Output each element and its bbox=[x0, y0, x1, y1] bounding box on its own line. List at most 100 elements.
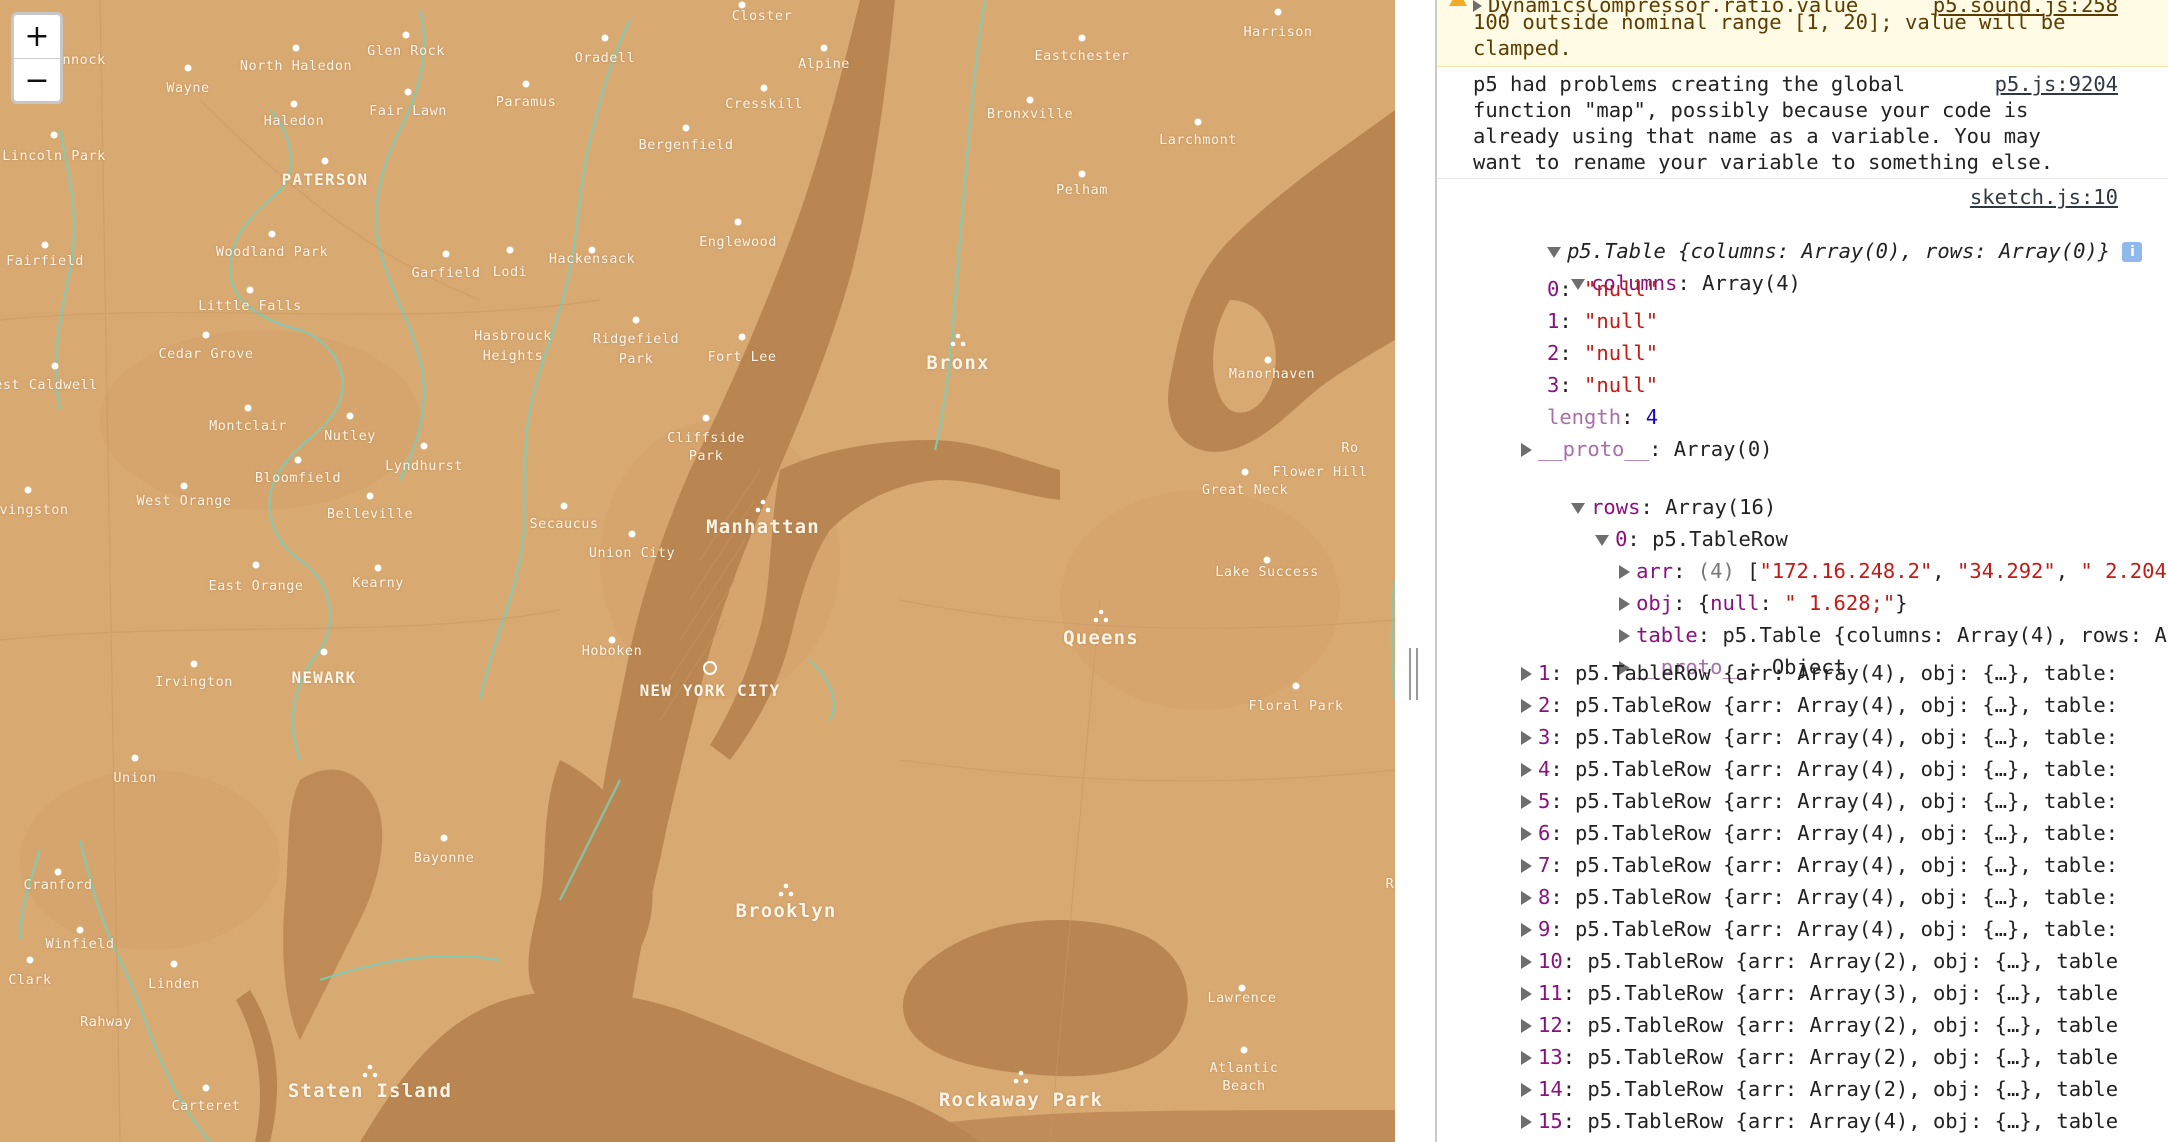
place-dot bbox=[1241, 468, 1249, 476]
tree-row-index: 10 bbox=[1538, 949, 1563, 973]
tree-row-item[interactable]: 4: p5.TableRow {arr: Array(4), obj: {…},… bbox=[1521, 756, 2118, 782]
tree-row-item[interactable]: 12: p5.TableRow {arr: Array(2), obj: {…}… bbox=[1521, 1012, 2118, 1038]
place-label-alpine: Alpine bbox=[798, 56, 850, 72]
place-label-fairfield: Fairfield bbox=[6, 253, 84, 269]
place-dot bbox=[404, 88, 412, 96]
place-label-eastchester: Eastchester bbox=[1034, 48, 1130, 64]
place-dot bbox=[1274, 8, 1282, 16]
place-label-pelham: Pelham bbox=[1056, 182, 1108, 198]
expand-arrow-icon[interactable] bbox=[1521, 1051, 1532, 1065]
place-dot bbox=[268, 230, 276, 238]
place-label-flower-hill: Flower Hill bbox=[1272, 464, 1368, 480]
place-label-hasbrouck-heights: Hasbrouck bbox=[474, 328, 552, 344]
place-dot bbox=[440, 834, 448, 842]
place-dot bbox=[1194, 118, 1202, 126]
tree-row-item[interactable]: 14: p5.TableRow {arr: Array(2), obj: {…}… bbox=[1521, 1076, 2118, 1102]
place-label-paramus: Paramus bbox=[495, 94, 557, 110]
tree-row-item[interactable]: 10: p5.TableRow {arr: Array(2), obj: {…}… bbox=[1521, 948, 2118, 974]
place-dot bbox=[734, 218, 742, 226]
log-text-line3: already using that name as a variable. Y… bbox=[1473, 124, 2041, 148]
place-label-manorhaven: Manorhaven bbox=[1228, 366, 1316, 382]
place-label-bergenfield: Bergenfield bbox=[638, 137, 734, 153]
console-warning-message: DynamicsCompressor.ratio.value p5.sound.… bbox=[1437, 0, 2168, 67]
place-label-cedar-grove: Cedar Grove bbox=[158, 346, 254, 362]
tree-row-index: 6 bbox=[1538, 821, 1551, 845]
place-label-bronx: Bronx bbox=[926, 352, 990, 374]
place-label-west-orange: West Orange bbox=[136, 493, 232, 509]
place-dot bbox=[321, 157, 329, 165]
tree-row-item[interactable]: 11: p5.TableRow {arr: Array(3), obj: {…}… bbox=[1521, 980, 2118, 1006]
expand-arrow-icon[interactable] bbox=[1521, 891, 1532, 905]
expand-arrow-icon[interactable] bbox=[1521, 955, 1532, 969]
expand-arrow-icon[interactable] bbox=[1521, 859, 1532, 873]
place-label-cliffside-park: Park bbox=[688, 448, 724, 464]
expand-arrow-icon[interactable] bbox=[1521, 443, 1532, 457]
expand-arrow-icon[interactable] bbox=[1521, 1083, 1532, 1097]
place-dot bbox=[50, 131, 58, 139]
tree-row-item[interactable]: 6: p5.TableRow {arr: Array(4), obj: {…},… bbox=[1521, 820, 2118, 846]
place-label-edge-r: R bbox=[1385, 876, 1395, 892]
tree-row-value: p5.TableRow {arr: Array(4), obj: {…}, ta… bbox=[1575, 725, 2119, 749]
expand-arrow-icon[interactable] bbox=[1521, 827, 1532, 841]
place-label-glen-rock: Glen Rock bbox=[367, 43, 445, 59]
place-dot bbox=[1078, 170, 1086, 178]
place-dot bbox=[252, 561, 260, 569]
place-label-new-york-city: NEW YORK CITY bbox=[639, 681, 781, 700]
expand-arrow-icon[interactable] bbox=[1521, 699, 1532, 713]
expand-arrow-icon[interactable] bbox=[1521, 987, 1532, 1001]
map-canvas[interactable]: + − Closter Harrison nnock North Haledon… bbox=[0, 0, 1395, 1142]
zoom-out-button[interactable]: − bbox=[14, 59, 60, 101]
info-icon: i bbox=[2122, 242, 2143, 262]
expand-arrow-icon[interactable] bbox=[1521, 1115, 1532, 1129]
place-dot bbox=[26, 956, 34, 964]
place-label-hasbrouck-heights-2: Heights bbox=[482, 348, 544, 364]
tree-row-value: p5.TableRow {arr: Array(4), obj: {…}, ta… bbox=[1587, 1109, 2119, 1133]
expand-arrow-icon[interactable] bbox=[1521, 667, 1532, 681]
resize-handle[interactable] bbox=[1407, 648, 1421, 700]
place-dot bbox=[682, 124, 690, 132]
place-label-cliffside: Cliffside bbox=[667, 430, 745, 446]
tree-row-item[interactable]: 9: p5.TableRow {arr: Array(4), obj: {…},… bbox=[1521, 916, 2118, 942]
tree-col-2: 2: "null" bbox=[1547, 341, 1659, 365]
tree-row-item[interactable]: 8: p5.TableRow {arr: Array(4), obj: {…},… bbox=[1521, 884, 2118, 910]
borough-marker-icon bbox=[778, 883, 794, 897]
sketch-source-link[interactable]: sketch.js:10 bbox=[1970, 184, 2118, 210]
place-dot bbox=[442, 250, 450, 258]
place-dot bbox=[702, 414, 710, 422]
tree-row-item[interactable]: 3: p5.TableRow {arr: Array(4), obj: {…},… bbox=[1521, 724, 2118, 750]
log-source-link[interactable]: p5.js:9204 bbox=[1995, 71, 2118, 97]
tree-row-item[interactable]: 13: p5.TableRow {arr: Array(2), obj: {…}… bbox=[1521, 1044, 2118, 1070]
place-label-atlantic-beach: Beach bbox=[1222, 1078, 1266, 1094]
place-label-fort-lee: Fort Lee bbox=[707, 349, 777, 365]
screen: + − Closter Harrison nnock North Haledon… bbox=[0, 0, 2168, 1142]
city-marker-icon bbox=[703, 661, 717, 675]
expand-arrow-icon[interactable] bbox=[1521, 795, 1532, 809]
place-dot bbox=[131, 754, 139, 762]
place-dot bbox=[202, 331, 210, 339]
expand-arrow-icon[interactable] bbox=[1521, 923, 1532, 937]
tree-row-index: 9 bbox=[1538, 917, 1551, 941]
place-label-cresskill: Cresskill bbox=[725, 96, 803, 112]
tree-columns-proto[interactable]: __proto__: Array(0) bbox=[1521, 436, 1773, 462]
tree-row-item[interactable]: 15: p5.TableRow {arr: Array(4), obj: {…}… bbox=[1521, 1108, 2118, 1134]
place-dot bbox=[190, 660, 198, 668]
expand-arrow-icon[interactable] bbox=[1521, 1019, 1532, 1033]
zoom-in-button[interactable]: + bbox=[14, 15, 60, 59]
tree-row-item[interactable]: 7: p5.TableRow {arr: Array(4), obj: {…},… bbox=[1521, 852, 2118, 878]
tree-row-index: 7 bbox=[1538, 853, 1551, 877]
tree-row-item[interactable]: 5: p5.TableRow {arr: Array(4), obj: {…},… bbox=[1521, 788, 2118, 814]
place-label-little-falls: Little Falls bbox=[198, 298, 302, 314]
place-label-ro: Ro bbox=[1341, 440, 1359, 456]
log-text-line2: function "map", possibly because your co… bbox=[1473, 98, 2029, 122]
panel-splitter bbox=[1395, 0, 1435, 1142]
place-dot bbox=[244, 404, 252, 412]
tree-row-item[interactable]: 2: p5.TableRow {arr: Array(4), obj: {…},… bbox=[1521, 692, 2118, 718]
tree-row-value: p5.TableRow {arr: Array(4), obj: {…}, ta… bbox=[1575, 693, 2119, 717]
expand-arrow-icon[interactable] bbox=[1521, 763, 1532, 777]
place-dot bbox=[54, 868, 62, 876]
place-label-belleville: Belleville bbox=[326, 506, 414, 522]
expand-arrow-icon[interactable] bbox=[1521, 731, 1532, 745]
place-dot bbox=[632, 316, 640, 324]
tree-row-item[interactable]: 1: p5.TableRow {arr: Array(4), obj: {…},… bbox=[1521, 660, 2118, 686]
place-label-englewood: Englewood bbox=[699, 234, 777, 250]
